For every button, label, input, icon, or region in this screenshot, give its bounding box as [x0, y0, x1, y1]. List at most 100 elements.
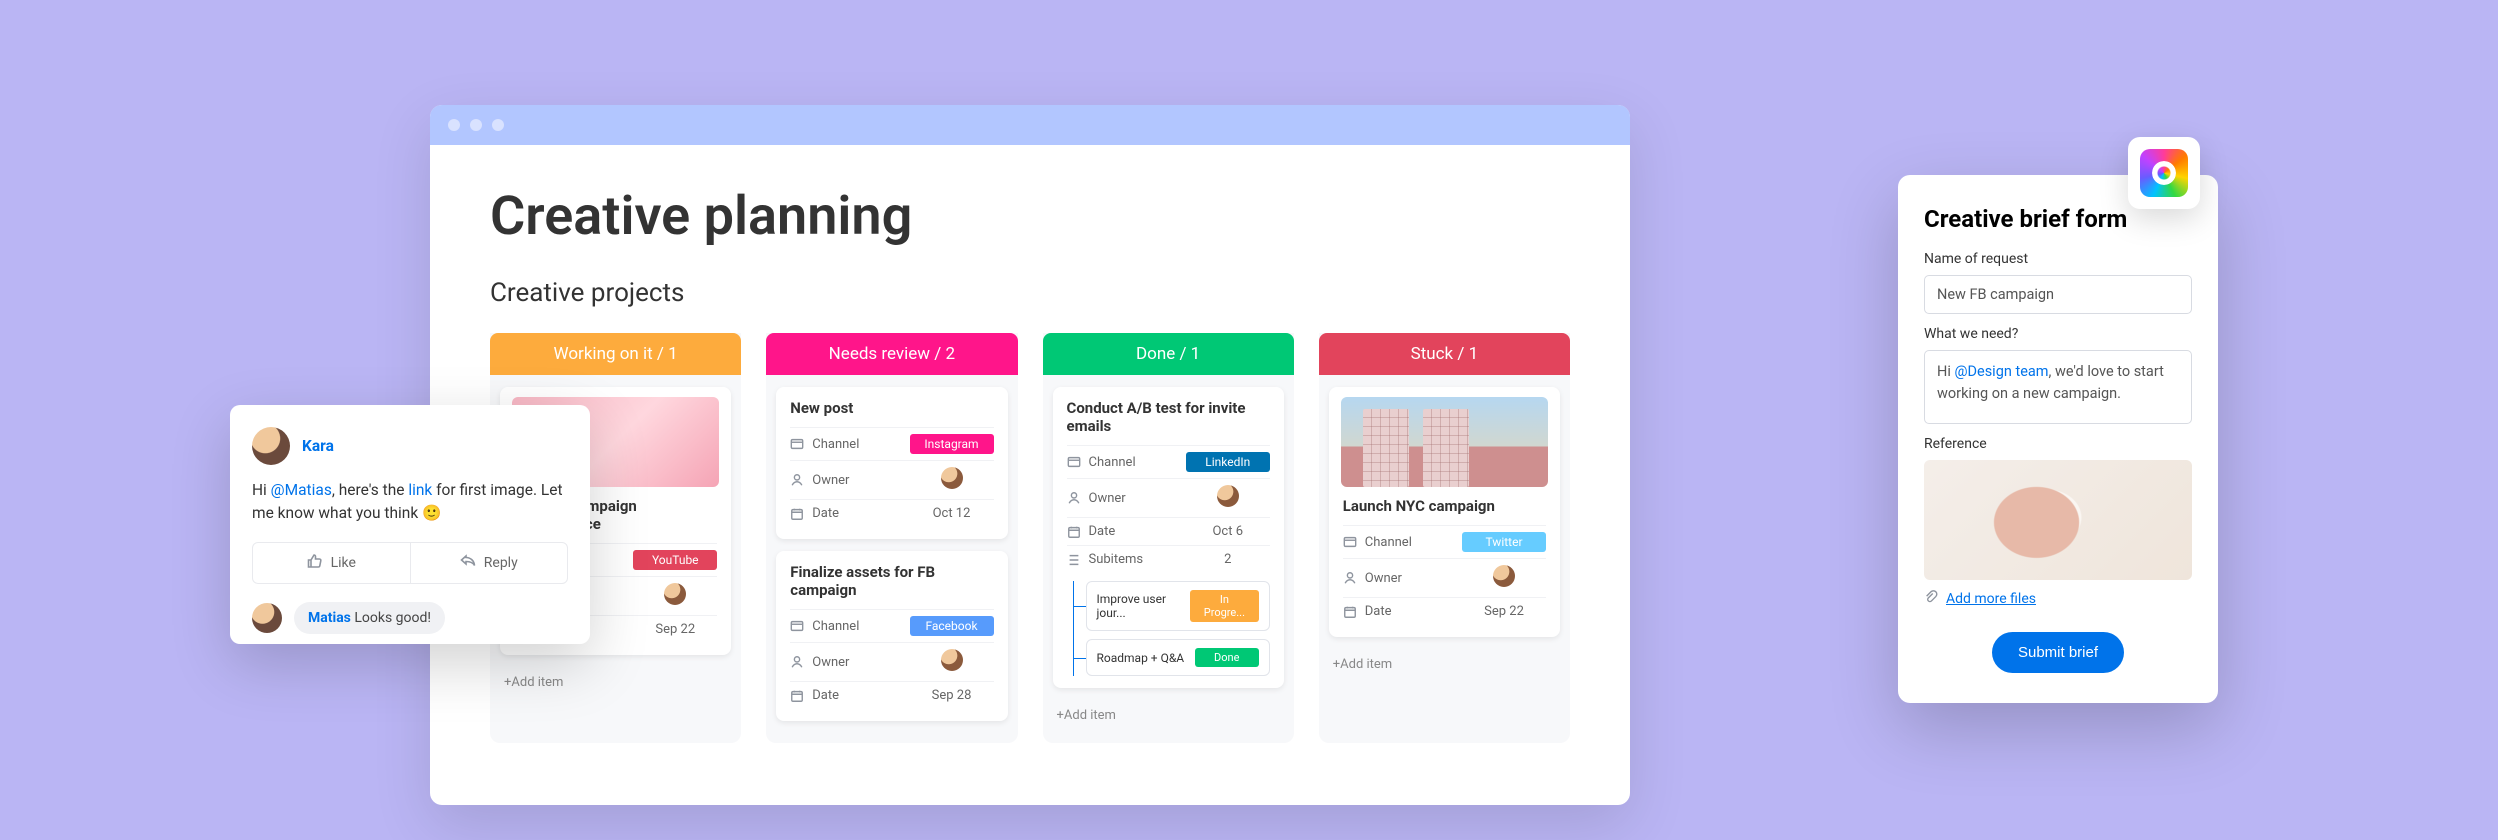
- subitem-1[interactable]: Improve user jour...In Progre...: [1086, 581, 1270, 631]
- owner-avatar[interactable]: [1217, 485, 1239, 507]
- need-text: Hi: [1937, 363, 1954, 380]
- comment-text: , here's the: [332, 481, 409, 499]
- subitem-status[interactable]: Done: [1195, 648, 1259, 667]
- add-item-button[interactable]: +Add item: [500, 667, 731, 698]
- row-label-subitems: Subitems: [1089, 552, 1144, 567]
- card-ab-test[interactable]: Conduct A/B test for invite emails Chann…: [1053, 387, 1284, 688]
- subitems-count[interactable]: 2: [1186, 552, 1270, 567]
- row-label-date: Date: [1365, 604, 1392, 619]
- card-new-post[interactable]: New post Channel Instagram Owner Date Oct …: [776, 387, 1007, 539]
- reply-icon: [460, 553, 476, 573]
- row-label-channel: Channel: [1365, 535, 1412, 550]
- add-files-link[interactable]: Add more files: [1924, 590, 2192, 608]
- subitems-icon: [1067, 553, 1081, 567]
- add-item-button[interactable]: +Add item: [1329, 649, 1560, 680]
- column-header-review[interactable]: Needs review / 2: [766, 333, 1017, 375]
- column-header-working[interactable]: Working on it / 1: [490, 333, 741, 375]
- row-label-date: Date: [812, 506, 839, 521]
- form-app-icon-wrap: [2128, 137, 2200, 209]
- date-value[interactable]: Sep 22: [633, 622, 717, 637]
- need-textarea[interactable]: Hi @Design team, we'd love to start work…: [1924, 350, 2192, 424]
- card-fb-assets[interactable]: Finalize assets for FB campaign ChannelF…: [776, 551, 1007, 721]
- date-value[interactable]: Sep 22: [1462, 604, 1546, 619]
- owner-avatar[interactable]: [941, 649, 963, 671]
- row-label-date: Date: [812, 688, 839, 703]
- reply-bubble[interactable]: Matias Looks good!: [294, 602, 445, 634]
- channel-tag[interactable]: Twitter: [1462, 532, 1546, 552]
- owner-avatar[interactable]: [664, 583, 686, 605]
- date-value[interactable]: Oct 12: [910, 506, 994, 521]
- label-name: Name of request: [1924, 251, 2192, 267]
- traffic-min-icon[interactable]: [470, 119, 482, 131]
- row-label-owner: Owner: [1365, 571, 1402, 586]
- row-label-channel: Channel: [1089, 455, 1136, 470]
- comment-body: Hi @Matias, here's the link for first im…: [252, 479, 568, 526]
- label-need: What we need?: [1924, 326, 2192, 342]
- owner-icon: [790, 473, 804, 487]
- add-item-button[interactable]: +Add item: [1053, 700, 1284, 731]
- like-button[interactable]: Like: [253, 543, 410, 583]
- traffic-max-icon[interactable]: [492, 119, 504, 131]
- card-title: Conduct A/B test for invite emails: [1067, 399, 1270, 435]
- paperclip-icon: [1924, 590, 1938, 608]
- app-window: Creative planning Creative projects Work…: [430, 105, 1630, 805]
- replier-avatar[interactable]: [252, 603, 282, 633]
- channel-icon: [790, 619, 804, 633]
- column-done: Done / 1 Conduct A/B test for invite ema…: [1043, 333, 1294, 743]
- owner-icon: [1067, 491, 1081, 505]
- mention-link[interactable]: @Design team: [1954, 363, 2048, 380]
- thumbs-up-icon: [307, 553, 323, 573]
- subitem-title: Improve user jour...: [1097, 592, 1191, 620]
- date-icon: [790, 689, 804, 703]
- row-label-channel: Channel: [812, 437, 859, 452]
- row-label-owner: Owner: [812, 655, 849, 670]
- card-image: [1341, 397, 1548, 487]
- add-files-label: Add more files: [1946, 591, 2036, 607]
- owner-avatar[interactable]: [941, 467, 963, 489]
- comment-link[interactable]: link: [408, 481, 432, 499]
- channel-tag[interactable]: LinkedIn: [1186, 452, 1270, 472]
- owner-avatar[interactable]: [1493, 565, 1515, 587]
- channel-tag[interactable]: YouTube: [633, 550, 717, 570]
- row-label-channel: Channel: [812, 619, 859, 634]
- reply-row: Matias Looks good!: [252, 602, 568, 634]
- submit-brief-button[interactable]: Submit brief: [1992, 632, 2124, 673]
- date-icon: [1343, 605, 1357, 619]
- commenter-avatar[interactable]: [252, 427, 290, 465]
- channel-icon: [1343, 535, 1357, 549]
- reply-button[interactable]: Reply: [410, 543, 568, 583]
- channel-icon: [790, 437, 804, 451]
- form-title: Creative brief form: [1924, 205, 2192, 233]
- column-header-stuck[interactable]: Stuck / 1: [1319, 333, 1570, 375]
- card-title: New post: [790, 399, 993, 417]
- subitem-2[interactable]: Roadmap + Q&A Done: [1086, 639, 1270, 676]
- card-title: Launch NYC campaign: [1343, 497, 1546, 515]
- subitem-title: Roadmap + Q&A: [1097, 651, 1185, 665]
- date-value[interactable]: Oct 6: [1186, 524, 1270, 539]
- kanban-board: Working on it / 1 Monitor campaign perfo…: [430, 333, 1630, 743]
- row-label-owner: Owner: [1089, 491, 1126, 506]
- channel-icon: [1067, 455, 1081, 469]
- date-icon: [1067, 525, 1081, 539]
- reply-text: Looks good!: [354, 610, 431, 626]
- channel-tag[interactable]: Facebook: [910, 616, 994, 636]
- comment-popup: Kara Hi @Matias, here's the link for fir…: [230, 405, 590, 644]
- brief-form: Creative brief form Name of request What…: [1898, 175, 2218, 703]
- mention-link[interactable]: @Matias: [271, 481, 332, 499]
- owner-icon: [790, 655, 804, 669]
- column-header-done[interactable]: Done / 1: [1043, 333, 1294, 375]
- like-label: Like: [331, 555, 356, 571]
- commenter-name[interactable]: Kara: [302, 437, 334, 455]
- row-label-owner: Owner: [812, 473, 849, 488]
- date-value[interactable]: Sep 28: [910, 688, 994, 703]
- subitem-status[interactable]: In Progre...: [1190, 590, 1259, 622]
- request-name-input[interactable]: [1924, 275, 2192, 314]
- date-icon: [790, 507, 804, 521]
- traffic-close-icon[interactable]: [448, 119, 460, 131]
- column-stuck: Stuck / 1 Launch NYC campaign Channel Twi…: [1319, 333, 1570, 743]
- reference-image[interactable]: [1924, 460, 2192, 580]
- creative-cloud-icon: [2140, 149, 2188, 197]
- card-nyc-campaign[interactable]: Launch NYC campaign Channel Twitter Owner…: [1329, 387, 1560, 637]
- page-title: Creative planning: [430, 145, 1630, 278]
- channel-tag[interactable]: Instagram: [910, 434, 994, 454]
